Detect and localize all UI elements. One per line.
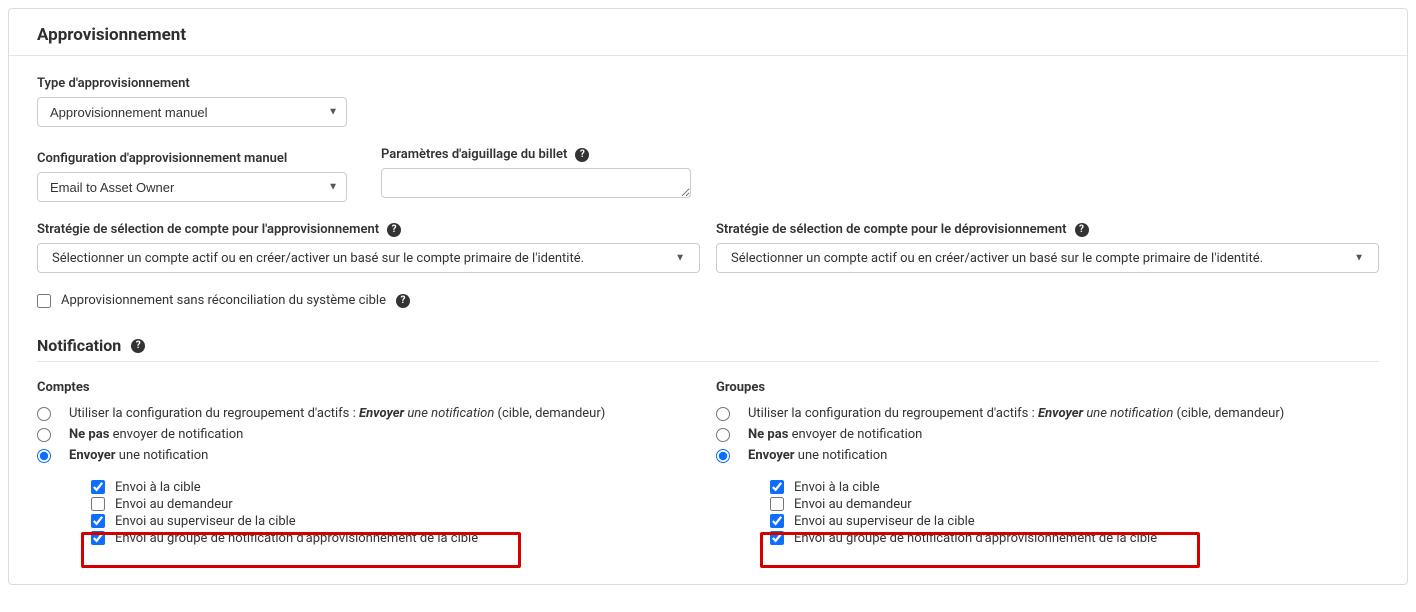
check-row-prov-group-groups: Envoi au groupe de notification d'approv… — [770, 531, 1379, 546]
label-target-accounts[interactable]: Envoi à la cible — [115, 480, 201, 495]
checkbox-prov-group-groups[interactable] — [770, 531, 784, 545]
field-type: Type d'approvisionnement Approvisionneme… — [37, 76, 347, 127]
checkbox-prov-group-accounts[interactable] — [91, 531, 105, 545]
label-supervisor-groups[interactable]: Envoi au superviseur de la cible — [794, 514, 975, 529]
radio-row-send-accounts: Envoyer une notification — [37, 447, 700, 465]
help-icon[interactable]: ? — [387, 223, 401, 237]
field-strategy-deprov: Stratégie de sélection de compte pour le… — [716, 222, 1379, 273]
label-prov-group-accounts[interactable]: Envoi au groupe de notification d'approv… — [115, 531, 478, 546]
select-type[interactable]: Approvisionnement manuel — [37, 97, 347, 127]
radio-row-use-config-accounts: Utiliser la configuration du regroupemen… — [37, 405, 700, 423]
textarea-ticket-params[interactable] — [381, 168, 691, 198]
radio-send-accounts[interactable] — [37, 449, 51, 463]
groups-sub-checks: Envoi à la cible Envoi au demandeur Envo… — [770, 480, 1379, 560]
checkbox-requester-accounts[interactable] — [91, 497, 105, 511]
groups-title: Groupes — [716, 380, 1379, 395]
field-ticket-params: Paramètres d'aiguillage du billet ? — [381, 147, 691, 202]
label-no-reconcile[interactable]: Approvisionnement sans réconciliation du… — [61, 293, 386, 308]
label-target-groups[interactable]: Envoi à la cible — [794, 480, 880, 495]
label-requester-groups[interactable]: Envoi au demandeur — [794, 497, 912, 512]
check-row-target-groups: Envoi à la cible — [770, 480, 1379, 495]
row-type: Type d'approvisionnement Approvisionneme… — [37, 76, 1379, 127]
check-row-requester-accounts: Envoi au demandeur — [91, 497, 700, 512]
panel-body: Type d'approvisionnement Approvisionneme… — [9, 56, 1407, 584]
column-groups: Groupes Utiliser la configuration du reg… — [716, 380, 1379, 560]
radio-label-dont-send-groups: Ne pas envoyer de notification — [748, 426, 922, 444]
radio-row-dont-send-accounts: Ne pas envoyer de notification — [37, 426, 700, 444]
select-config[interactable]: Email to Asset Owner — [37, 172, 347, 202]
help-icon[interactable]: ? — [396, 294, 410, 308]
checkbox-supervisor-accounts[interactable] — [91, 514, 105, 528]
label-type: Type d'approvisionnement — [37, 76, 347, 91]
checkbox-no-reconcile[interactable] — [37, 294, 51, 308]
notification-columns: Comptes Utiliser la configuration du reg… — [37, 380, 1379, 560]
check-row-supervisor-groups: Envoi au superviseur de la cible — [770, 514, 1379, 529]
field-strategy-prov: Stratégie de sélection de compte pour l'… — [37, 222, 700, 273]
checkbox-supervisor-groups[interactable] — [770, 514, 784, 528]
chevron-down-icon: ▼ — [1354, 253, 1364, 264]
label-prov-group-groups[interactable]: Envoi au groupe de notification d'approv… — [794, 531, 1157, 546]
checkbox-target-accounts[interactable] — [91, 480, 105, 494]
label-strategy-deprov-text: Stratégie de sélection de compte pour le… — [716, 222, 1067, 237]
check-row-requester-groups: Envoi au demandeur — [770, 497, 1379, 512]
column-accounts: Comptes Utiliser la configuration du reg… — [37, 380, 700, 560]
check-row-prov-group-accounts: Envoi au groupe de notification d'approv… — [91, 531, 700, 546]
radio-label-send-groups: Envoyer une notification — [748, 447, 887, 465]
help-icon[interactable]: ? — [131, 339, 145, 353]
radio-use-config-accounts[interactable] — [37, 407, 51, 421]
label-ticket-params: Paramètres d'aiguillage du billet ? — [381, 147, 691, 162]
checkbox-target-groups[interactable] — [770, 480, 784, 494]
provisioning-panel: Approvisionnement Type d'approvisionneme… — [8, 8, 1408, 585]
radio-row-send-groups: Envoyer une notification — [716, 447, 1379, 465]
select-type-wrap: Approvisionnement manuel ▼ — [37, 97, 347, 127]
accounts-sub-checks: Envoi à la cible Envoi au demandeur Envo… — [91, 480, 700, 560]
label-supervisor-accounts[interactable]: Envoi au superviseur de la cible — [115, 514, 296, 529]
radio-label-dont-send-accounts: Ne pas envoyer de notification — [69, 426, 243, 444]
chevron-down-icon: ▼ — [675, 253, 685, 264]
label-strategy-prov-text: Stratégie de sélection de compte pour l'… — [37, 222, 379, 237]
radio-label-use-config-groups: Utiliser la configuration du regroupemen… — [748, 405, 1284, 423]
radio-send-groups[interactable] — [716, 449, 730, 463]
radio-dont-send-groups[interactable] — [716, 428, 730, 442]
label-config: Configuration d'approvisionnement manuel — [37, 151, 347, 166]
label-strategy-prov: Stratégie de sélection de compte pour l'… — [37, 222, 700, 237]
help-icon[interactable]: ? — [575, 148, 589, 162]
checkbox-requester-groups[interactable] — [770, 497, 784, 511]
radio-label-use-config-accounts: Utiliser la configuration du regroupemen… — [69, 405, 605, 423]
check-row-target-accounts: Envoi à la cible — [91, 480, 700, 495]
notification-heading-row: Notification ? — [37, 336, 1379, 355]
checkbox-no-reconcile-row: Approvisionnement sans réconciliation du… — [37, 293, 1379, 308]
notification-heading: Notification — [37, 336, 121, 355]
check-row-supervisor-accounts: Envoi au superviseur de la cible — [91, 514, 700, 529]
row-config-ticket: Configuration d'approvisionnement manuel… — [37, 147, 1379, 202]
divider — [37, 361, 1379, 362]
row-strategies: Stratégie de sélection de compte pour l'… — [37, 222, 1379, 273]
label-ticket-params-text: Paramètres d'aiguillage du billet — [381, 147, 567, 162]
provisioning-heading: Approvisionnement — [37, 25, 1379, 45]
panel-header: Approvisionnement — [9, 9, 1407, 56]
dropdown-strategy-deprov[interactable]: Sélectionner un compte actif ou en créer… — [716, 243, 1379, 273]
label-strategy-deprov: Stratégie de sélection de compte pour le… — [716, 222, 1379, 237]
field-config: Configuration d'approvisionnement manuel… — [37, 151, 347, 202]
label-requester-accounts[interactable]: Envoi au demandeur — [115, 497, 233, 512]
dropdown-strategy-prov[interactable]: Sélectionner un compte actif ou en créer… — [37, 243, 700, 273]
accounts-title: Comptes — [37, 380, 700, 395]
dropdown-strategy-deprov-value: Sélectionner un compte actif ou en créer… — [731, 251, 1263, 266]
radio-row-dont-send-groups: Ne pas envoyer de notification — [716, 426, 1379, 444]
dropdown-strategy-prov-value: Sélectionner un compte actif ou en créer… — [52, 251, 584, 266]
help-icon[interactable]: ? — [1075, 223, 1089, 237]
radio-use-config-groups[interactable] — [716, 407, 730, 421]
select-config-wrap: Email to Asset Owner ▼ — [37, 172, 347, 202]
radio-dont-send-accounts[interactable] — [37, 428, 51, 442]
radio-row-use-config-groups: Utiliser la configuration du regroupemen… — [716, 405, 1379, 423]
radio-label-send-accounts: Envoyer une notification — [69, 447, 208, 465]
